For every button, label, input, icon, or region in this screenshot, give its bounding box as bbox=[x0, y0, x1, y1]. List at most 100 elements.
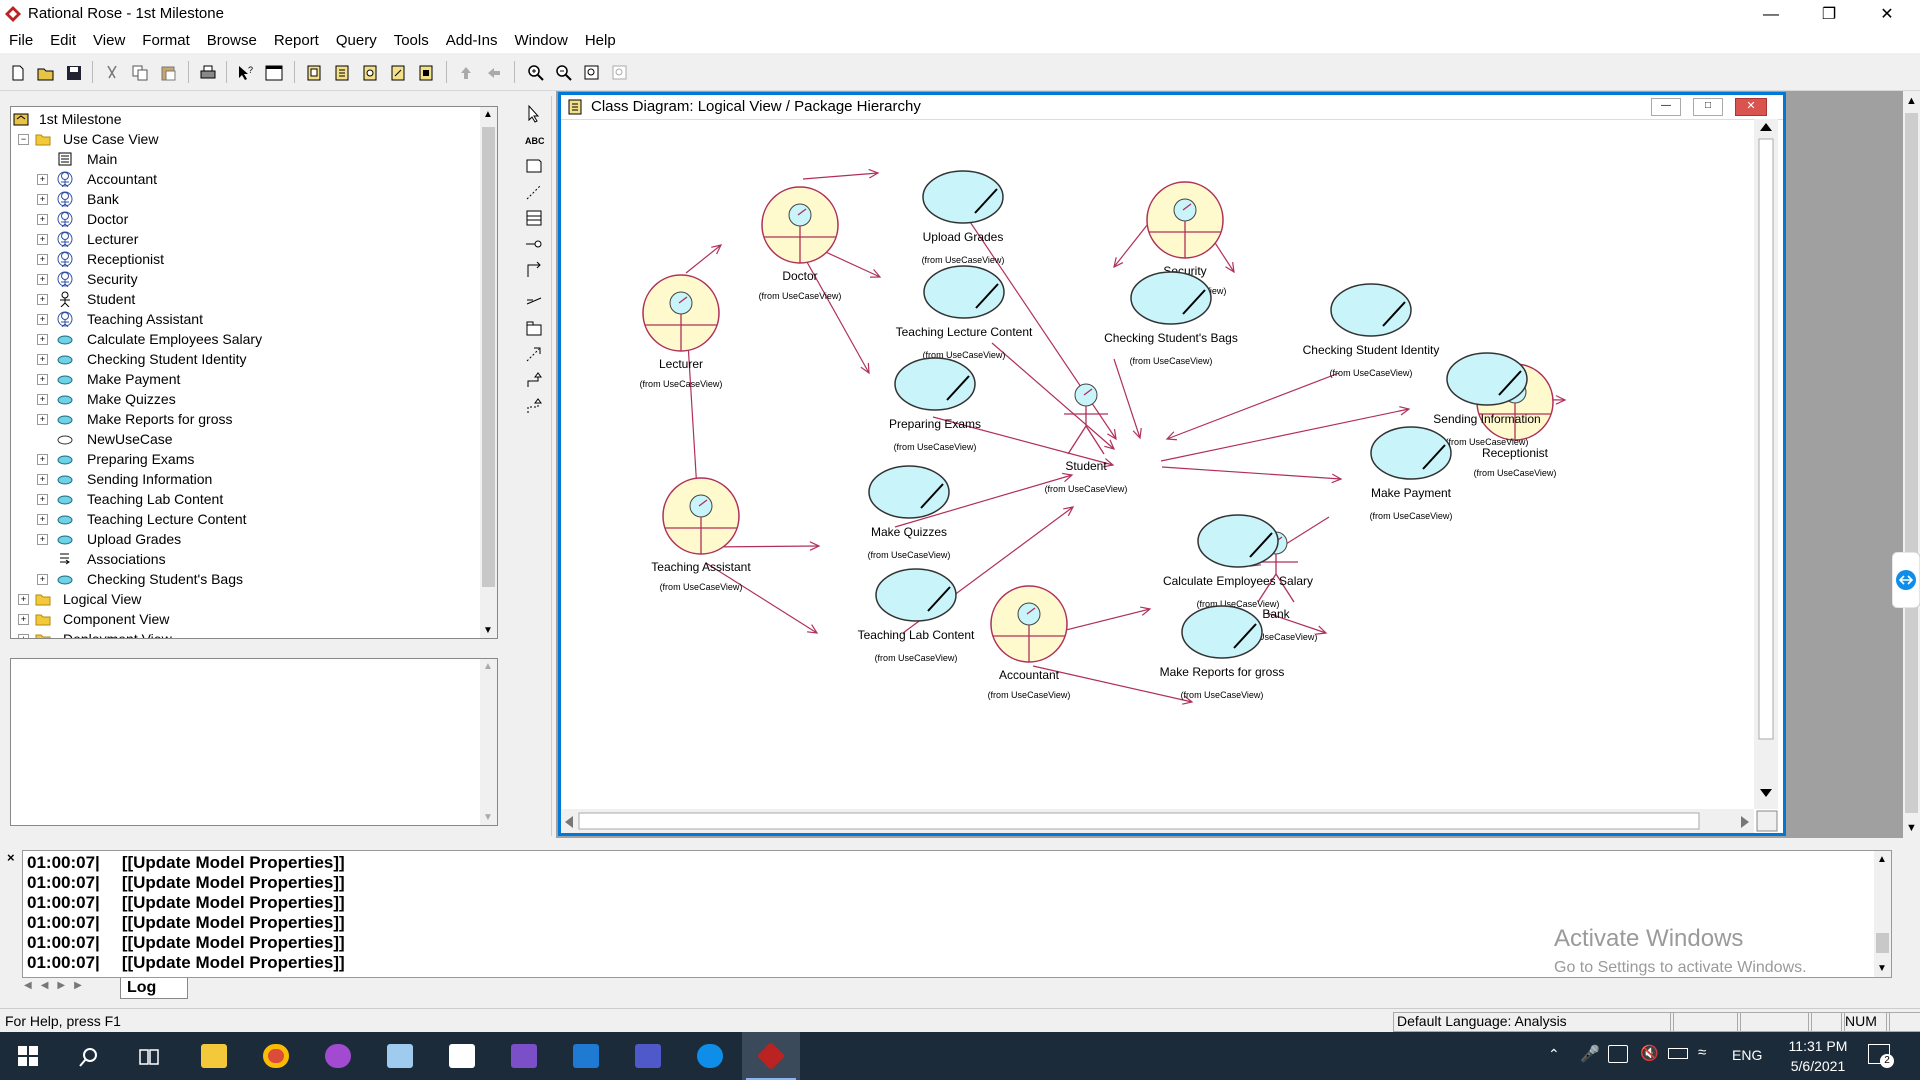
documentation-pane[interactable]: ▲ ▼ bbox=[10, 658, 498, 826]
taskbar-teams[interactable] bbox=[618, 1032, 676, 1080]
menu-tools[interactable]: Tools bbox=[385, 29, 437, 49]
expand-icon[interactable]: + bbox=[37, 334, 48, 345]
expand-icon[interactable]: + bbox=[37, 374, 48, 385]
diagram-icon-1[interactable] bbox=[304, 63, 324, 83]
menu-file[interactable]: File bbox=[0, 29, 41, 49]
expand-icon[interactable]: + bbox=[37, 414, 48, 425]
scroll-up-icon[interactable]: ▲ bbox=[1906, 95, 1917, 107]
association-tool-icon[interactable] bbox=[524, 260, 544, 280]
fit-in-window-icon[interactable] bbox=[582, 63, 602, 83]
business-actor-accountant[interactable]: Accountant (from UseCaseView) bbox=[988, 585, 1071, 700]
diagram-close-button[interactable]: ✕ bbox=[1735, 98, 1767, 116]
language-indicator[interactable]: ENG bbox=[1732, 1047, 1762, 1063]
association-line[interactable] bbox=[802, 168, 880, 180]
browse-parent-icon[interactable] bbox=[456, 63, 476, 83]
diagram-icon-5[interactable] bbox=[416, 63, 436, 83]
business-actor-doctor[interactable]: Doctor (from UseCaseView) bbox=[759, 186, 842, 301]
doc-scrollbar[interactable]: ▲ ▼ bbox=[480, 659, 497, 825]
log-scrollbar[interactable]: ▲ ▼ bbox=[1874, 851, 1891, 977]
print-icon[interactable] bbox=[198, 63, 218, 83]
mdi-scrollbar[interactable]: ▲ ▼ bbox=[1903, 91, 1920, 838]
anchor-note-tool-icon[interactable] bbox=[524, 182, 544, 202]
zoom-out-icon[interactable] bbox=[554, 63, 574, 83]
scroll-down-icon[interactable]: ▼ bbox=[1906, 822, 1917, 834]
taskbar-3d-viewer[interactable] bbox=[370, 1032, 428, 1080]
restore-button[interactable]: ❐ bbox=[1800, 0, 1858, 29]
expand-icon[interactable]: + bbox=[18, 594, 29, 605]
expand-icon[interactable]: + bbox=[18, 614, 29, 625]
scroll-thumb[interactable] bbox=[1905, 113, 1918, 813]
tray-overflow-icon[interactable]: ⌃ bbox=[1548, 1046, 1560, 1063]
zoom-in-icon[interactable] bbox=[526, 63, 546, 83]
scroll-thumb[interactable] bbox=[482, 127, 495, 587]
scroll-down-icon[interactable]: ▼ bbox=[1877, 963, 1887, 974]
note-tool-icon[interactable] bbox=[524, 156, 544, 176]
menu-view[interactable]: View bbox=[84, 29, 133, 49]
copy-icon[interactable] bbox=[130, 63, 150, 83]
menu-edit[interactable]: Edit bbox=[41, 29, 84, 49]
expand-icon[interactable]: + bbox=[37, 454, 48, 465]
use-case-upload-grades[interactable]: Upload Grades (from UseCaseView) bbox=[922, 170, 1005, 265]
expand-icon[interactable]: + bbox=[37, 314, 48, 325]
microphone-icon[interactable]: 🎤 bbox=[1580, 1044, 1600, 1064]
battery-icon[interactable] bbox=[1668, 1048, 1688, 1059]
teamviewer-side-tab-icon[interactable] bbox=[1892, 552, 1920, 608]
scroll-up-icon[interactable]: ▲ bbox=[483, 661, 493, 672]
log-close-icon[interactable]: × bbox=[7, 850, 15, 865]
scroll-down-icon[interactable]: ▼ bbox=[483, 812, 493, 823]
view-browser-icon[interactable] bbox=[264, 63, 284, 83]
use-case-teaching-lecture-content[interactable]: Teaching Lecture Content(from UseCaseVie… bbox=[896, 265, 1033, 360]
class-tool-icon[interactable] bbox=[524, 208, 544, 228]
selection-tool-icon[interactable] bbox=[524, 104, 544, 124]
package-tool-icon[interactable] bbox=[524, 318, 544, 338]
menu-report[interactable]: Report bbox=[265, 29, 327, 49]
scroll-down-icon[interactable]: ▼ bbox=[483, 625, 493, 636]
use-case-checking-student-identity[interactable]: Checking Student Identity (from UseCaseVi… bbox=[1303, 283, 1440, 378]
search-icon[interactable] bbox=[78, 1046, 100, 1068]
task-view-icon[interactable] bbox=[138, 1046, 160, 1068]
expand-icon[interactable]: + bbox=[37, 174, 48, 185]
paste-icon[interactable] bbox=[158, 63, 178, 83]
diagram-icon-3[interactable] bbox=[360, 63, 380, 83]
scroll-up-icon[interactable]: ▲ bbox=[483, 109, 493, 120]
taskbar-visual-studio[interactable] bbox=[494, 1032, 552, 1080]
expand-icon[interactable]: + bbox=[18, 634, 29, 638]
dependency-tool-icon[interactable] bbox=[524, 344, 544, 364]
generalization-tool-icon[interactable] bbox=[524, 370, 544, 390]
association-line[interactable] bbox=[685, 244, 723, 274]
taskbar-file-explorer[interactable] bbox=[184, 1032, 242, 1080]
text-tool-icon[interactable]: ABC bbox=[524, 130, 544, 150]
taskbar-mail[interactable] bbox=[556, 1032, 614, 1080]
diagram-maximize-button[interactable]: □ bbox=[1693, 98, 1723, 116]
browse-previous-icon[interactable] bbox=[484, 63, 504, 83]
diagram-minimize-button[interactable]: — bbox=[1651, 98, 1681, 116]
use-case-make-quizzes[interactable]: Make Quizzes (from UseCaseView) bbox=[868, 465, 951, 560]
use-case-make-payment[interactable]: Make Payment (from UseCaseView) bbox=[1370, 426, 1453, 521]
expand-icon[interactable]: + bbox=[37, 494, 48, 505]
expand-icon[interactable]: + bbox=[37, 234, 48, 245]
expand-icon[interactable]: + bbox=[37, 194, 48, 205]
expand-icon[interactable]: + bbox=[37, 214, 48, 225]
expand-icon[interactable]: + bbox=[37, 574, 48, 585]
expand-icon[interactable]: + bbox=[37, 534, 48, 545]
context-help-icon[interactable]: ? bbox=[236, 63, 256, 83]
taskbar-rational-rose[interactable] bbox=[742, 1032, 800, 1080]
taskbar-chrome[interactable] bbox=[246, 1032, 304, 1080]
expand-icon[interactable]: + bbox=[37, 394, 48, 405]
expand-icon[interactable]: + bbox=[37, 474, 48, 485]
hscroll-thumb[interactable] bbox=[578, 812, 1700, 830]
association-line[interactable] bbox=[1113, 358, 1142, 440]
tab-log[interactable]: Log bbox=[120, 978, 188, 999]
use-case-preparing-exams[interactable]: Preparing Exams (from UseCaseView) bbox=[889, 357, 981, 452]
expand-icon[interactable]: + bbox=[37, 294, 48, 305]
scroll-thumb[interactable] bbox=[1876, 933, 1889, 953]
minimize-button[interactable]: — bbox=[1742, 0, 1800, 29]
volume-mute-icon[interactable]: 🔇 bbox=[1640, 1044, 1659, 1062]
collapse-icon[interactable]: − bbox=[18, 134, 29, 145]
taskbar-app-purple[interactable] bbox=[308, 1032, 366, 1080]
diagram-icon-2[interactable] bbox=[332, 63, 352, 83]
cut-icon[interactable] bbox=[102, 63, 122, 83]
tree-scrollbar[interactable]: ▲ ▼ bbox=[480, 107, 497, 638]
expand-icon[interactable]: + bbox=[37, 354, 48, 365]
use-case-teaching-lab-content[interactable]: Teaching Lab Content (from UseCaseView) bbox=[858, 568, 975, 663]
